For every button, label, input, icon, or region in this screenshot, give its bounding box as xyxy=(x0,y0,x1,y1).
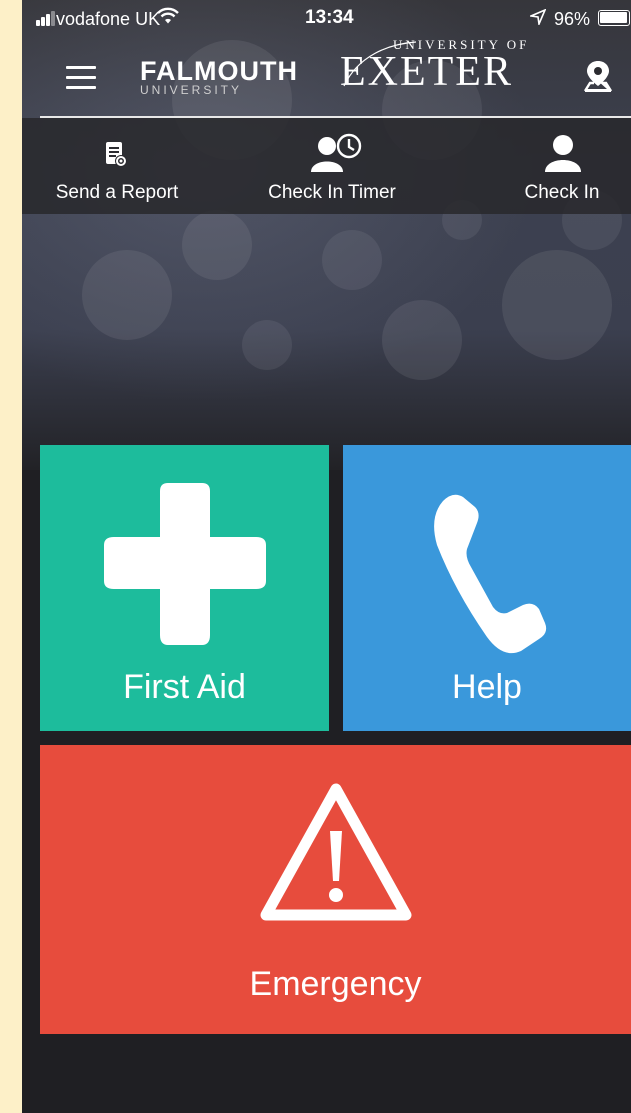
send-report-label: Send a Report xyxy=(55,182,179,203)
status-bar: vodafone UK 13:34 96% xyxy=(22,0,631,36)
report-icon xyxy=(106,142,127,167)
background-margin xyxy=(0,0,22,1113)
location-services-icon xyxy=(528,8,547,30)
help-tile[interactable]: Help xyxy=(343,445,631,731)
first-aid-label: First Aid xyxy=(123,668,246,706)
quick-actions-bar: Send a Report Check In Timer Check In xyxy=(22,118,631,214)
battery-percentage: 96% xyxy=(554,9,591,29)
app-header: FALMOUTH UNIVERSITY UNIVERSITY OF EXETER xyxy=(22,36,631,118)
first-aid-tile[interactable]: First Aid xyxy=(40,445,329,731)
map-pin-icon xyxy=(583,61,613,92)
check-in-button[interactable]: Check In xyxy=(502,118,622,214)
person-icon xyxy=(545,135,581,172)
logo-exeter: EXETER xyxy=(340,49,513,95)
warning-triangle-icon xyxy=(260,783,412,921)
check-in-timer-button[interactable]: Check In Timer xyxy=(247,118,417,214)
emergency-tile[interactable]: Emergency xyxy=(40,745,631,1034)
phone-icon xyxy=(434,494,547,654)
medical-cross-icon xyxy=(104,483,266,645)
person-clock-icon xyxy=(311,133,362,172)
logo-falmouth-sub: UNIVERSITY xyxy=(140,83,243,97)
battery-icon xyxy=(598,10,630,26)
app-screen: vodafone UK 13:34 96% FALMOUTH UNIVERSIT… xyxy=(22,0,631,1113)
clock-time: 13:34 xyxy=(305,7,354,28)
carrier-name: vodafone UK xyxy=(56,9,161,29)
check-in-label: Check In xyxy=(524,182,600,203)
menu-button[interactable] xyxy=(66,66,96,90)
help-label: Help xyxy=(452,668,522,706)
wifi-icon xyxy=(157,7,179,30)
emergency-label: Emergency xyxy=(249,965,422,1003)
send-report-button[interactable]: Send a Report xyxy=(36,118,198,214)
check-in-timer-label: Check In Timer xyxy=(268,182,396,203)
map-button[interactable] xyxy=(582,58,614,96)
university-logo: FALMOUTH UNIVERSITY UNIVERSITY OF EXETER xyxy=(140,36,560,116)
hamburger-menu-icon xyxy=(66,66,96,69)
